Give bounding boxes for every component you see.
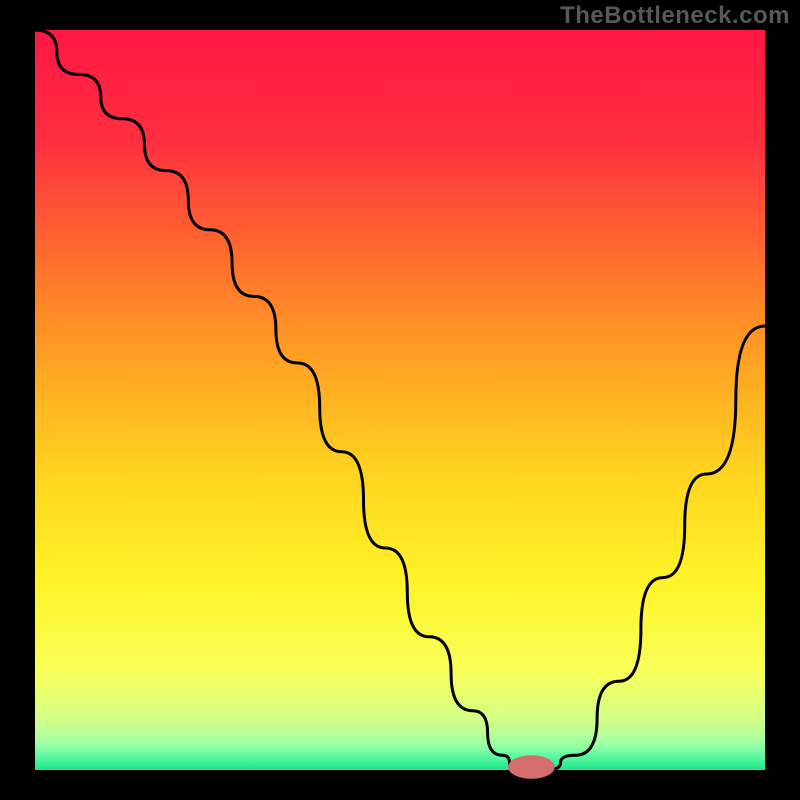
chart-frame: TheBottleneck.com (0, 0, 800, 800)
bottleneck-chart (0, 0, 800, 800)
optimal-point-marker (508, 755, 555, 779)
watermark-text: TheBottleneck.com (560, 2, 790, 30)
